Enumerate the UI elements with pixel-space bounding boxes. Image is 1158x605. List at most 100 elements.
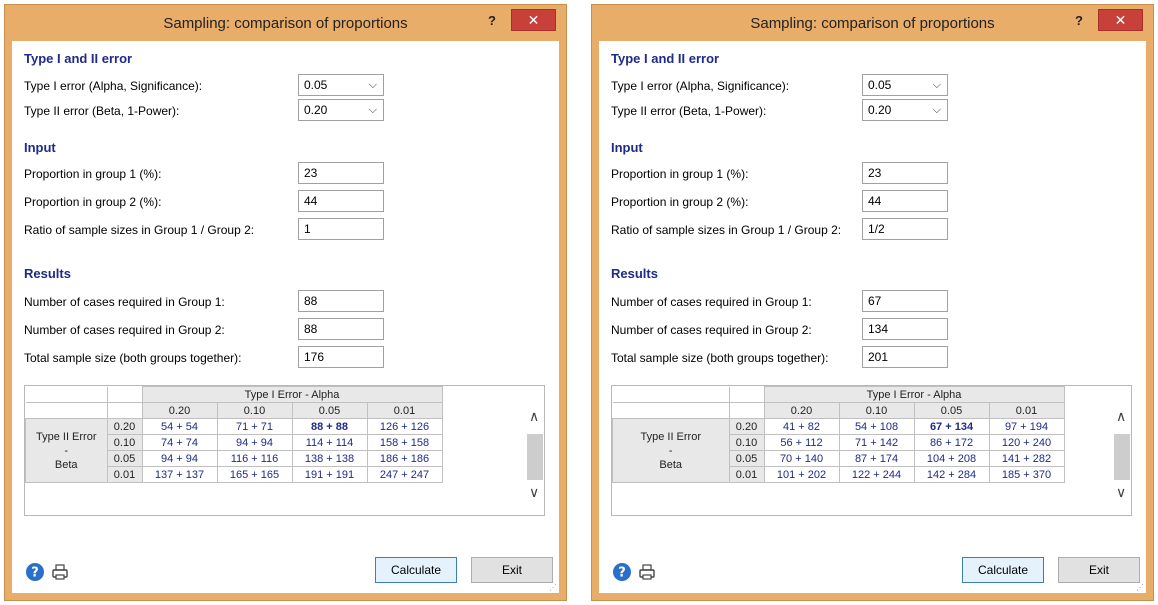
n2-label: Number of cases required in Group 2: — [24, 323, 225, 337]
section-results-heading: Results — [24, 266, 71, 281]
calculate-button[interactable]: Calculate — [962, 557, 1044, 583]
print-icon[interactable] — [637, 562, 657, 582]
results-table: Type I Error - Alpha 0.20 0.10 0.05 0.01… — [612, 386, 1065, 483]
beta-row-header: 0.01 — [106, 466, 143, 483]
table-cell: 138 + 138 — [291, 450, 368, 467]
calculate-button[interactable]: Calculate — [375, 557, 457, 583]
p1-label: Proportion in group 1 (%): — [611, 167, 749, 181]
table-cell-selected: 88 + 88 — [291, 418, 368, 435]
beta-label-line-1: Type II Error — [640, 430, 702, 443]
table-corner — [728, 402, 765, 419]
table-cell-selected: 67 + 134 — [913, 418, 990, 435]
close-button[interactable]: ✕ — [511, 9, 556, 31]
total-output[interactable]: 201 — [862, 346, 948, 368]
beta-row-header: 0.01 — [728, 466, 765, 483]
section-error-heading: Type I and II error — [611, 51, 720, 66]
table-cell: 186 + 186 — [366, 450, 443, 467]
table-cell: 94 + 94 — [216, 434, 293, 451]
exit-button[interactable]: Exit — [471, 557, 553, 583]
beta-row-header: 0.20 — [106, 418, 143, 435]
beta-row-header: 0.10 — [728, 434, 765, 451]
table-cell: 158 + 158 — [366, 434, 443, 451]
table-corner — [106, 402, 143, 419]
section-error-heading: Type I and II error — [24, 51, 133, 66]
total-output[interactable]: 176 — [298, 346, 384, 368]
vertical-scrollbar[interactable]: ∧ ∨ — [526, 386, 544, 515]
alpha-col-header: 0.01 — [366, 402, 443, 419]
scrollbar-thumb[interactable] — [527, 434, 543, 480]
beta-select[interactable]: 0.20 ⌵ — [298, 99, 384, 121]
help-icon[interactable]: ? — [612, 562, 632, 582]
chevron-up-icon[interactable]: ∧ — [1116, 408, 1126, 425]
alpha-select[interactable]: 0.05 ⌵ — [298, 74, 384, 96]
alpha-col-header: 0.05 — [913, 402, 990, 419]
chevron-down-icon[interactable]: ∨ — [529, 484, 539, 501]
table-cell: 87 + 174 — [838, 450, 915, 467]
table-cell: 116 + 116 — [216, 450, 293, 467]
ratio-input[interactable]: 1 — [298, 218, 384, 240]
n2-output[interactable]: 134 — [862, 318, 948, 340]
alpha-col-header: 0.20 — [763, 402, 840, 419]
title-bar[interactable]: Sampling: comparison of proportions ? ✕ — [592, 5, 1153, 41]
p1-input[interactable]: 23 — [862, 162, 948, 184]
title-bar[interactable]: Sampling: comparison of proportions ? ✕ — [5, 5, 566, 41]
alpha-header: Type I Error - Alpha — [141, 386, 443, 403]
dialog-window-left: Sampling: comparison of proportions ? ✕ … — [4, 4, 567, 601]
table-corner — [25, 402, 108, 419]
p2-label: Proportion in group 2 (%): — [611, 195, 749, 209]
results-table-box[interactable]: Type I Error - Alpha 0.20 0.10 0.05 0.01… — [24, 385, 545, 516]
ratio-input[interactable]: 1/2 — [862, 218, 948, 240]
chevron-down-icon[interactable]: ∨ — [1116, 484, 1126, 501]
section-input-heading: Input — [611, 140, 643, 155]
n1-output[interactable]: 88 — [298, 290, 384, 312]
table-cell: 104 + 208 — [913, 450, 990, 467]
chevron-up-icon[interactable]: ∧ — [529, 408, 539, 425]
resize-grip[interactable]: ⋰ — [549, 583, 557, 592]
beta-value: 0.20 — [304, 103, 328, 117]
total-label: Total sample size (both groups together)… — [611, 351, 829, 365]
table-cell: 74 + 74 — [141, 434, 218, 451]
alpha-col-header: 0.10 — [216, 402, 293, 419]
alpha-col-header: 0.10 — [838, 402, 915, 419]
resize-grip[interactable]: ⋰ — [1136, 583, 1144, 592]
section-results-heading: Results — [611, 266, 658, 281]
p1-label: Proportion in group 1 (%): — [24, 167, 162, 181]
scrollbar-thumb[interactable] — [1114, 434, 1130, 480]
close-button[interactable]: ✕ — [1098, 9, 1143, 31]
vertical-scrollbar[interactable]: ∧ ∨ — [1113, 386, 1131, 515]
beta-select[interactable]: 0.20 ⌵ — [862, 99, 948, 121]
table-corner — [612, 386, 730, 403]
help-title-button[interactable]: ? — [479, 11, 505, 31]
beta-label-line-1: Type II Error — [35, 430, 97, 443]
dialog-client: Type I and II error Type I error (Alpha,… — [12, 41, 559, 593]
chevron-down-icon: ⌵ — [932, 79, 941, 91]
print-icon[interactable] — [50, 562, 70, 582]
results-table-box[interactable]: Type I Error - Alpha 0.20 0.10 0.05 0.01… — [611, 385, 1132, 516]
table-cell: 165 + 165 — [216, 466, 293, 483]
n1-output[interactable]: 67 — [862, 290, 948, 312]
p1-input[interactable]: 23 — [298, 162, 384, 184]
p2-label: Proportion in group 2 (%): — [24, 195, 162, 209]
beta-row-label: Type II Error - Beta — [612, 418, 730, 483]
total-label: Total sample size (both groups together)… — [24, 351, 242, 365]
table-corner — [728, 386, 765, 403]
beta-label: Type II error (Beta, 1-Power): — [24, 104, 180, 118]
alpha-label: Type I error (Alpha, Significance): — [24, 79, 203, 93]
help-title-button[interactable]: ? — [1066, 11, 1092, 31]
p2-input[interactable]: 44 — [862, 190, 948, 212]
help-icon[interactable]: ? — [25, 562, 45, 582]
alpha-select[interactable]: 0.05 ⌵ — [862, 74, 948, 96]
ratio-label: Ratio of sample sizes in Group 1 / Group… — [611, 223, 842, 237]
table-cell: 114 + 114 — [291, 434, 368, 451]
n2-output[interactable]: 88 — [298, 318, 384, 340]
table-corner — [25, 386, 108, 403]
p2-input[interactable]: 44 — [298, 190, 384, 212]
table-cell: 71 + 142 — [838, 434, 915, 451]
table-cell: 191 + 191 — [291, 466, 368, 483]
ratio-label: Ratio of sample sizes in Group 1 / Group… — [24, 223, 255, 237]
svg-text:?: ? — [618, 566, 626, 581]
exit-button[interactable]: Exit — [1058, 557, 1140, 583]
svg-text:?: ? — [31, 566, 39, 581]
table-row: Type II Error - Beta 0.20 54 + 54 71 + 71 … — [25, 418, 443, 483]
table-cell: 41 + 82 — [763, 418, 840, 435]
